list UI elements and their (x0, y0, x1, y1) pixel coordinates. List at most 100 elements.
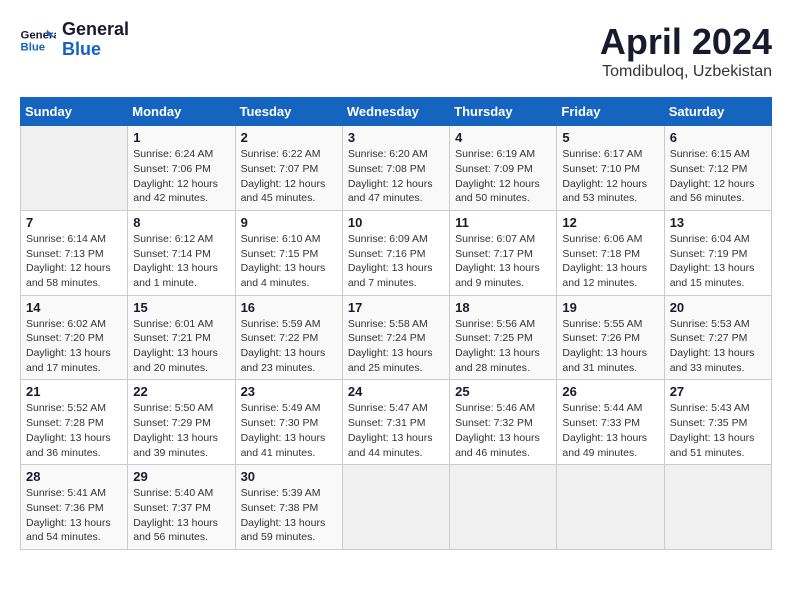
day-info: Sunrise: 6:07 AMSunset: 7:17 PMDaylight:… (455, 232, 551, 291)
calendar-cell: 25 Sunrise: 5:46 AMSunset: 7:32 PMDayligh… (450, 380, 557, 465)
calendar-cell: 10 Sunrise: 6:09 AMSunset: 7:16 PMDayligh… (342, 210, 449, 295)
day-number: 8 (133, 215, 229, 230)
title-block: April 2024 Tomdibuloq, Uzbekistan (600, 20, 772, 81)
day-number: 25 (455, 384, 551, 399)
day-info: Sunrise: 5:44 AMSunset: 7:33 PMDaylight:… (562, 401, 658, 460)
month-title: April 2024 (600, 20, 772, 63)
day-number: 24 (348, 384, 444, 399)
day-info: Sunrise: 5:50 AMSunset: 7:29 PMDaylight:… (133, 401, 229, 460)
day-info: Sunrise: 6:01 AMSunset: 7:21 PMDaylight:… (133, 317, 229, 376)
logo: General Blue General Blue (20, 20, 129, 60)
day-info: Sunrise: 5:39 AMSunset: 7:38 PMDaylight:… (241, 486, 337, 545)
calendar-cell: 3 Sunrise: 6:20 AMSunset: 7:08 PMDaylight… (342, 126, 449, 211)
day-info: Sunrise: 6:02 AMSunset: 7:20 PMDaylight:… (26, 317, 122, 376)
day-number: 6 (670, 130, 766, 145)
day-info: Sunrise: 5:47 AMSunset: 7:31 PMDaylight:… (348, 401, 444, 460)
day-info: Sunrise: 6:04 AMSunset: 7:19 PMDaylight:… (670, 232, 766, 291)
calendar-cell: 19 Sunrise: 5:55 AMSunset: 7:26 PMDayligh… (557, 295, 664, 380)
day-info: Sunrise: 5:53 AMSunset: 7:27 PMDaylight:… (670, 317, 766, 376)
day-number: 4 (455, 130, 551, 145)
week-row-4: 21 Sunrise: 5:52 AMSunset: 7:28 PMDayligh… (21, 380, 772, 465)
day-number: 3 (348, 130, 444, 145)
calendar-cell: 12 Sunrise: 6:06 AMSunset: 7:18 PMDayligh… (557, 210, 664, 295)
calendar-cell: 17 Sunrise: 5:58 AMSunset: 7:24 PMDayligh… (342, 295, 449, 380)
calendar-cell: 18 Sunrise: 5:56 AMSunset: 7:25 PMDayligh… (450, 295, 557, 380)
calendar-cell (664, 465, 771, 550)
day-number: 1 (133, 130, 229, 145)
weekday-header-saturday: Saturday (664, 98, 771, 126)
day-info: Sunrise: 6:12 AMSunset: 7:14 PMDaylight:… (133, 232, 229, 291)
calendar-cell: 22 Sunrise: 5:50 AMSunset: 7:29 PMDayligh… (128, 380, 235, 465)
week-row-5: 28Sunrise: 5:41 AMSunset: 7:36 PMDayligh… (21, 465, 772, 550)
day-info: Sunrise: 6:19 AMSunset: 7:09 PMDaylight:… (455, 147, 551, 206)
day-number: 20 (670, 300, 766, 315)
day-number: 14 (26, 300, 122, 315)
day-number: 16 (241, 300, 337, 315)
calendar-cell (450, 465, 557, 550)
day-number: 29 (133, 469, 229, 484)
calendar-cell: 5Sunrise: 6:17 AMSunset: 7:10 PMDaylight… (557, 126, 664, 211)
day-number: 17 (348, 300, 444, 315)
day-info: Sunrise: 6:06 AMSunset: 7:18 PMDaylight:… (562, 232, 658, 291)
day-info: Sunrise: 6:24 AMSunset: 7:06 PMDaylight:… (133, 147, 229, 206)
calendar-cell: 21 Sunrise: 5:52 AMSunset: 7:28 PMDayligh… (21, 380, 128, 465)
day-number: 23 (241, 384, 337, 399)
day-number: 18 (455, 300, 551, 315)
day-number: 21 (26, 384, 122, 399)
day-info: Sunrise: 6:22 AMSunset: 7:07 PMDaylight:… (241, 147, 337, 206)
day-info: Sunrise: 6:14 AMSunset: 7:13 PMDaylight:… (26, 232, 122, 291)
calendar-cell (21, 126, 128, 211)
day-number: 7 (26, 215, 122, 230)
calendar-cell: 29Sunrise: 5:40 AMSunset: 7:37 PMDayligh… (128, 465, 235, 550)
weekday-header-thursday: Thursday (450, 98, 557, 126)
location-subtitle: Tomdibuloq, Uzbekistan (600, 63, 772, 81)
logo-icon: General Blue (20, 26, 56, 54)
calendar-cell: 30 Sunrise: 5:39 AMSunset: 7:38 PMDayligh… (235, 465, 342, 550)
calendar-cell: 14 Sunrise: 6:02 AMSunset: 7:20 PMDayligh… (21, 295, 128, 380)
calendar-cell: 9 Sunrise: 6:10 AMSunset: 7:15 PMDaylight… (235, 210, 342, 295)
calendar-cell: 8 Sunrise: 6:12 AMSunset: 7:14 PMDaylight… (128, 210, 235, 295)
day-info: Sunrise: 6:10 AMSunset: 7:15 PMDaylight:… (241, 232, 337, 291)
calendar-cell: 4 Sunrise: 6:19 AMSunset: 7:09 PMDaylight… (450, 126, 557, 211)
weekday-header-sunday: Sunday (21, 98, 128, 126)
day-info: Sunrise: 5:55 AMSunset: 7:26 PMDaylight:… (562, 317, 658, 376)
day-info: Sunrise: 5:46 AMSunset: 7:32 PMDaylight:… (455, 401, 551, 460)
week-row-3: 14 Sunrise: 6:02 AMSunset: 7:20 PMDayligh… (21, 295, 772, 380)
calendar-cell: 7 Sunrise: 6:14 AMSunset: 7:13 PMDaylight… (21, 210, 128, 295)
weekday-header-friday: Friday (557, 98, 664, 126)
day-number: 12 (562, 215, 658, 230)
calendar-cell: 11 Sunrise: 6:07 AMSunset: 7:17 PMDayligh… (450, 210, 557, 295)
day-number: 9 (241, 215, 337, 230)
calendar-cell: 1 Sunrise: 6:24 AMSunset: 7:06 PMDaylight… (128, 126, 235, 211)
day-info: Sunrise: 6:17 AMSunset: 7:10 PMDaylight:… (562, 147, 658, 206)
calendar-table: SundayMondayTuesdayWednesdayThursdayFrid… (20, 97, 772, 550)
day-info: Sunrise: 5:43 AMSunset: 7:35 PMDaylight:… (670, 401, 766, 460)
calendar-cell (342, 465, 449, 550)
calendar-cell: 2 Sunrise: 6:22 AMSunset: 7:07 PMDaylight… (235, 126, 342, 211)
day-number: 15 (133, 300, 229, 315)
logo-text-general: General (62, 20, 129, 40)
day-number: 26 (562, 384, 658, 399)
calendar-cell (557, 465, 664, 550)
day-number: 22 (133, 384, 229, 399)
day-number: 11 (455, 215, 551, 230)
day-info: Sunrise: 5:52 AMSunset: 7:28 PMDaylight:… (26, 401, 122, 460)
week-row-2: 7 Sunrise: 6:14 AMSunset: 7:13 PMDaylight… (21, 210, 772, 295)
calendar-cell: 6Sunrise: 6:15 AMSunset: 7:12 PMDaylight… (664, 126, 771, 211)
weekday-header-tuesday: Tuesday (235, 98, 342, 126)
day-number: 27 (670, 384, 766, 399)
day-info: Sunrise: 5:58 AMSunset: 7:24 PMDaylight:… (348, 317, 444, 376)
calendar-cell: 15 Sunrise: 6:01 AMSunset: 7:21 PMDayligh… (128, 295, 235, 380)
day-number: 30 (241, 469, 337, 484)
day-info: Sunrise: 5:56 AMSunset: 7:25 PMDaylight:… (455, 317, 551, 376)
day-number: 19 (562, 300, 658, 315)
day-info: Sunrise: 6:20 AMSunset: 7:08 PMDaylight:… (348, 147, 444, 206)
day-number: 2 (241, 130, 337, 145)
weekday-header-row: SundayMondayTuesdayWednesdayThursdayFrid… (21, 98, 772, 126)
day-info: Sunrise: 6:09 AMSunset: 7:16 PMDaylight:… (348, 232, 444, 291)
calendar-cell: 26 Sunrise: 5:44 AMSunset: 7:33 PMDayligh… (557, 380, 664, 465)
day-info: Sunrise: 5:59 AMSunset: 7:22 PMDaylight:… (241, 317, 337, 376)
day-number: 10 (348, 215, 444, 230)
calendar-cell: 23 Sunrise: 5:49 AMSunset: 7:30 PMDayligh… (235, 380, 342, 465)
day-info: Sunrise: 5:49 AMSunset: 7:30 PMDaylight:… (241, 401, 337, 460)
